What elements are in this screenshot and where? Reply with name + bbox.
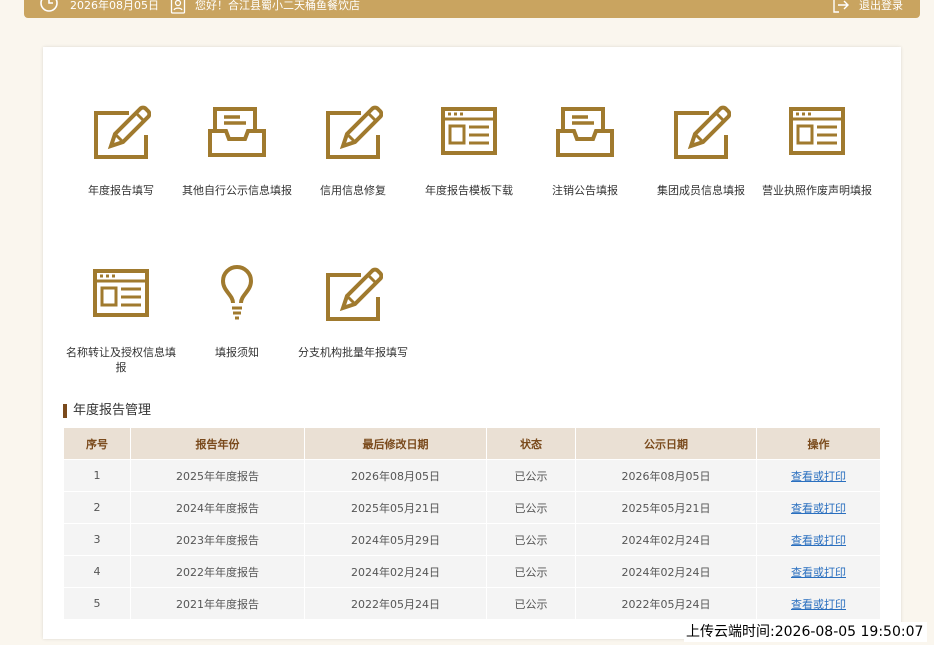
tile-branch-batch-report[interactable]: 分支机构批量年报填写 [295,265,411,360]
tile-label: 年度报告填写 [88,184,154,197]
clock-icon [38,0,60,19]
view-print-link[interactable]: 查看或打印 [791,598,846,611]
inbox-tray-icon [208,107,266,157]
cell-published: 2024年02月24日 [575,555,757,588]
cell-year: 2023年年度报告 [130,523,305,556]
tile-label: 填报须知 [215,346,259,359]
tile-name-transfer[interactable]: 名称转让及授权信息填报 [63,265,179,375]
cell-status: 已公示 [486,491,576,524]
tile-label: 集团成员信息填报 [657,184,745,197]
tile-label: 注销公告填报 [552,184,618,197]
view-print-link[interactable]: 查看或打印 [791,566,846,579]
tile-deregistration-notice[interactable]: 注销公告填报 [527,103,643,198]
cell-modified: 2024年05月29日 [304,523,487,556]
tile-license-void[interactable]: 营业执照作废声明填报 [759,103,875,198]
col-header: 最后修改日期 [304,427,487,460]
tile-credit-repair[interactable]: 信用信息修复 [295,103,411,198]
tile-group-members[interactable]: 集团成员信息填报 [643,103,759,198]
section-title: 年度报告管理 [63,404,151,418]
edit-pencil-icon [326,267,383,321]
cell-published: 2024年02月24日 [575,523,757,556]
col-header: 序号 [63,427,131,460]
edit-pencil-icon [674,105,731,159]
browser-window-icon [441,107,497,155]
cell-year: 2025年年度报告 [130,459,305,492]
tile-label: 年度报告模板下载 [425,184,513,197]
cell-no: 3 [63,523,131,556]
tile-label: 分支机构批量年报填写 [298,346,408,359]
tile-label: 其他自行公示信息填报 [182,184,292,197]
greeting-text: 您好！合江县蜀小二天桶鱼餐饮店 [195,0,360,12]
browser-window-icon [789,107,845,155]
cell-modified: 2025年05月21日 [304,491,487,524]
table-row: 3 2023年年度报告 2024年05月29日 已公示 2024年02月24日 … [63,523,881,556]
col-header: 报告年份 [130,427,305,460]
col-header: 状态 [486,427,576,460]
view-print-link[interactable]: 查看或打印 [791,470,846,483]
tile-other-public-info[interactable]: 其他自行公示信息填报 [179,103,295,198]
upload-timestamp: 上传云端时间:2026-08-05 19:50:07 [684,622,928,642]
table-row: 4 2022年年度报告 2024年02月24日 已公示 2024年02月24日 … [63,555,881,588]
view-print-link[interactable]: 查看或打印 [791,534,846,547]
cell-year: 2022年年度报告 [130,555,305,588]
tile-label: 名称转让及授权信息填报 [66,346,176,374]
user-icon [170,0,186,17]
cell-modified: 2026年08月05日 [304,459,487,492]
tile-annual-report-fill[interactable]: 年度报告填写 [63,103,179,198]
cell-status: 已公示 [486,459,576,492]
cell-status: 已公示 [486,587,576,620]
lightbulb-icon [221,265,253,320]
cell-year: 2024年年度报告 [130,491,305,524]
tile-label: 营业执照作废声明填报 [762,184,872,197]
cell-no: 1 [63,459,131,492]
table-row: 1 2025年年度报告 2026年08月05日 已公示 2026年08月05日 … [63,459,881,492]
current-date: 2026年08月05日 [70,0,159,12]
cell-no: 4 [63,555,131,588]
inbox-tray-icon [556,107,614,157]
col-header: 公示日期 [575,427,757,460]
cell-year: 2021年年度报告 [130,587,305,620]
cell-status: 已公示 [486,555,576,588]
logout-icon[interactable] [832,0,850,17]
cell-no: 2 [63,491,131,524]
edit-pencil-icon [326,105,383,159]
logout-button[interactable]: 退出登录 [859,0,903,12]
table-row: 2 2024年年度报告 2025年05月21日 已公示 2025年05月21日 … [63,491,881,524]
browser-window-icon [93,269,149,317]
main-card: 年度报告填写 其他自行公示信息填报 信用信息修复 年度报告模板下载 注销公告填报… [43,47,901,639]
cell-modified: 2024年02月24日 [304,555,487,588]
tile-filing-guide[interactable]: 填报须知 [179,265,295,360]
table-row: 5 2021年年度报告 2022年05月24日 已公示 2022年05月24日 … [63,587,881,620]
tile-template-download[interactable]: 年度报告模板下载 [411,103,527,198]
col-header: 操作 [756,427,881,460]
cell-status: 已公示 [486,523,576,556]
top-bar: 2026年08月05日 您好！合江县蜀小二天桶鱼餐饮店 退出登录 [24,0,920,18]
report-table: 序号 报告年份 最后修改日期 状态 公示日期 操作 1 2025年年度报告 20… [63,427,881,620]
cell-no: 5 [63,587,131,620]
cell-published: 2026年08月05日 [575,459,757,492]
cell-published: 2025年05月21日 [575,491,757,524]
edit-pencil-icon [94,105,151,159]
cell-modified: 2022年05月24日 [304,587,487,620]
tile-label: 信用信息修复 [320,184,386,197]
view-print-link[interactable]: 查看或打印 [791,502,846,515]
cell-published: 2022年05月24日 [575,587,757,620]
table-header-row: 序号 报告年份 最后修改日期 状态 公示日期 操作 [63,427,881,460]
